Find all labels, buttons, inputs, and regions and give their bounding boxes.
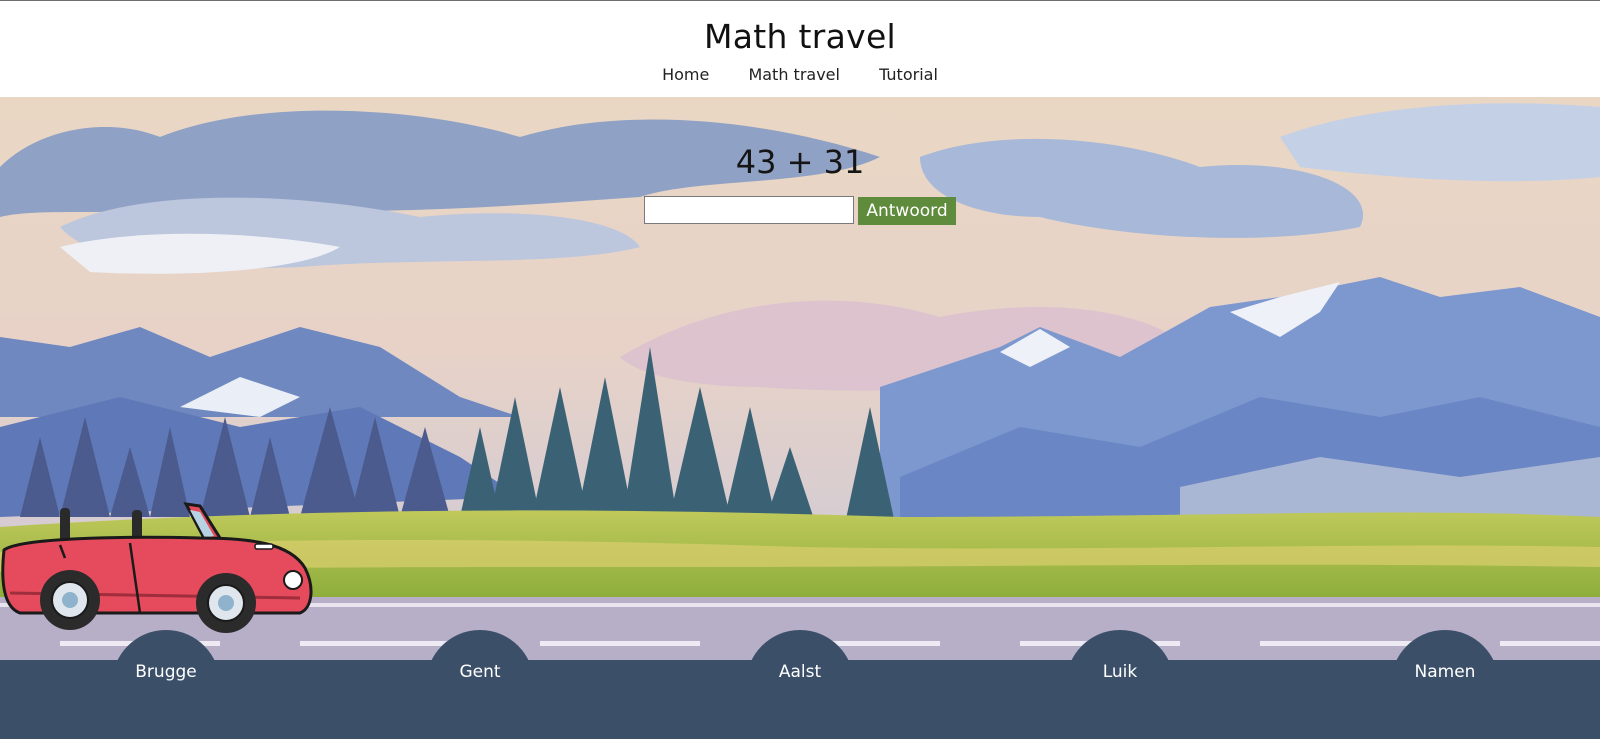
city-label: Aalst: [778, 662, 822, 682]
nav-home-link[interactable]: Home: [662, 65, 709, 84]
answer-input[interactable]: [644, 196, 854, 224]
main-nav: Home Math travel Tutorial: [0, 65, 1600, 84]
city-label: Gent: [459, 662, 501, 682]
city-label: Brugge: [135, 662, 197, 682]
math-question: 43 + 31: [735, 143, 865, 181]
header: Math travel Home Math travel Tutorial: [0, 0, 1600, 97]
nav-tutorial-link[interactable]: Tutorial: [879, 65, 938, 84]
nav-math-travel-link[interactable]: Math travel: [748, 65, 840, 84]
city-label: Luik: [1102, 662, 1138, 682]
city-label: Namen: [1414, 662, 1476, 682]
answer-button[interactable]: Antwoord: [858, 197, 956, 225]
red-convertible-car-icon: [1, 502, 313, 633]
page-title: Math travel: [703, 17, 897, 56]
